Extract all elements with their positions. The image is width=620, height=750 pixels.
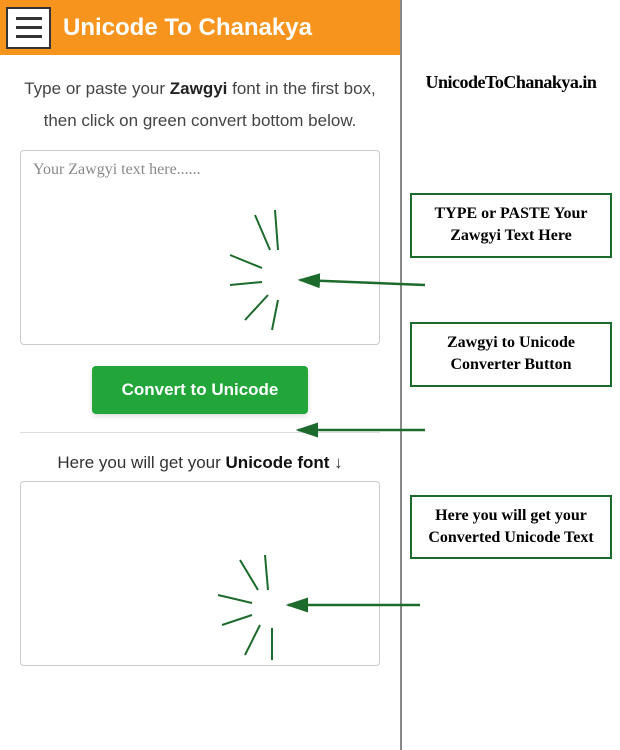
instructions-pre: Type or paste your: [24, 79, 170, 98]
output-label-pre: Here you will get your: [57, 453, 225, 472]
instructions: Type or paste your Zawgyi font in the fi…: [20, 73, 380, 138]
page-title: Unicode To Chanakya: [63, 14, 312, 42]
output-label-post: ↓: [329, 453, 342, 472]
output-label: Here you will get your Unicode font ↓: [20, 453, 380, 473]
main-content: Type or paste your Zawgyi font in the fi…: [0, 55, 400, 689]
site-name: UnicodeToChanakya.in: [410, 72, 612, 93]
instructions-bold: Zawgyi: [170, 79, 228, 98]
unicode-output[interactable]: [20, 481, 380, 666]
app-panel: Unicode To Chanakya Type or paste your Z…: [0, 0, 400, 750]
zawgyi-input[interactable]: [20, 150, 380, 345]
callout-button: Zawgyi to Unicode Converter Button: [410, 322, 612, 387]
convert-button[interactable]: Convert to Unicode: [92, 366, 309, 414]
app-header: Unicode To Chanakya: [0, 0, 400, 55]
menu-button[interactable]: [6, 7, 51, 49]
annotation-panel: UnicodeToChanakya.in TYPE or PASTE Your …: [400, 0, 620, 750]
menu-icon: [16, 17, 42, 20]
menu-icon: [16, 26, 42, 29]
menu-icon: [16, 35, 42, 38]
divider: [20, 432, 380, 433]
output-label-bold: Unicode font: [226, 453, 330, 472]
callout-output: Here you will get your Converted Unicode…: [410, 495, 612, 560]
callout-input: TYPE or PASTE Your Zawgyi Text Here: [410, 193, 612, 258]
